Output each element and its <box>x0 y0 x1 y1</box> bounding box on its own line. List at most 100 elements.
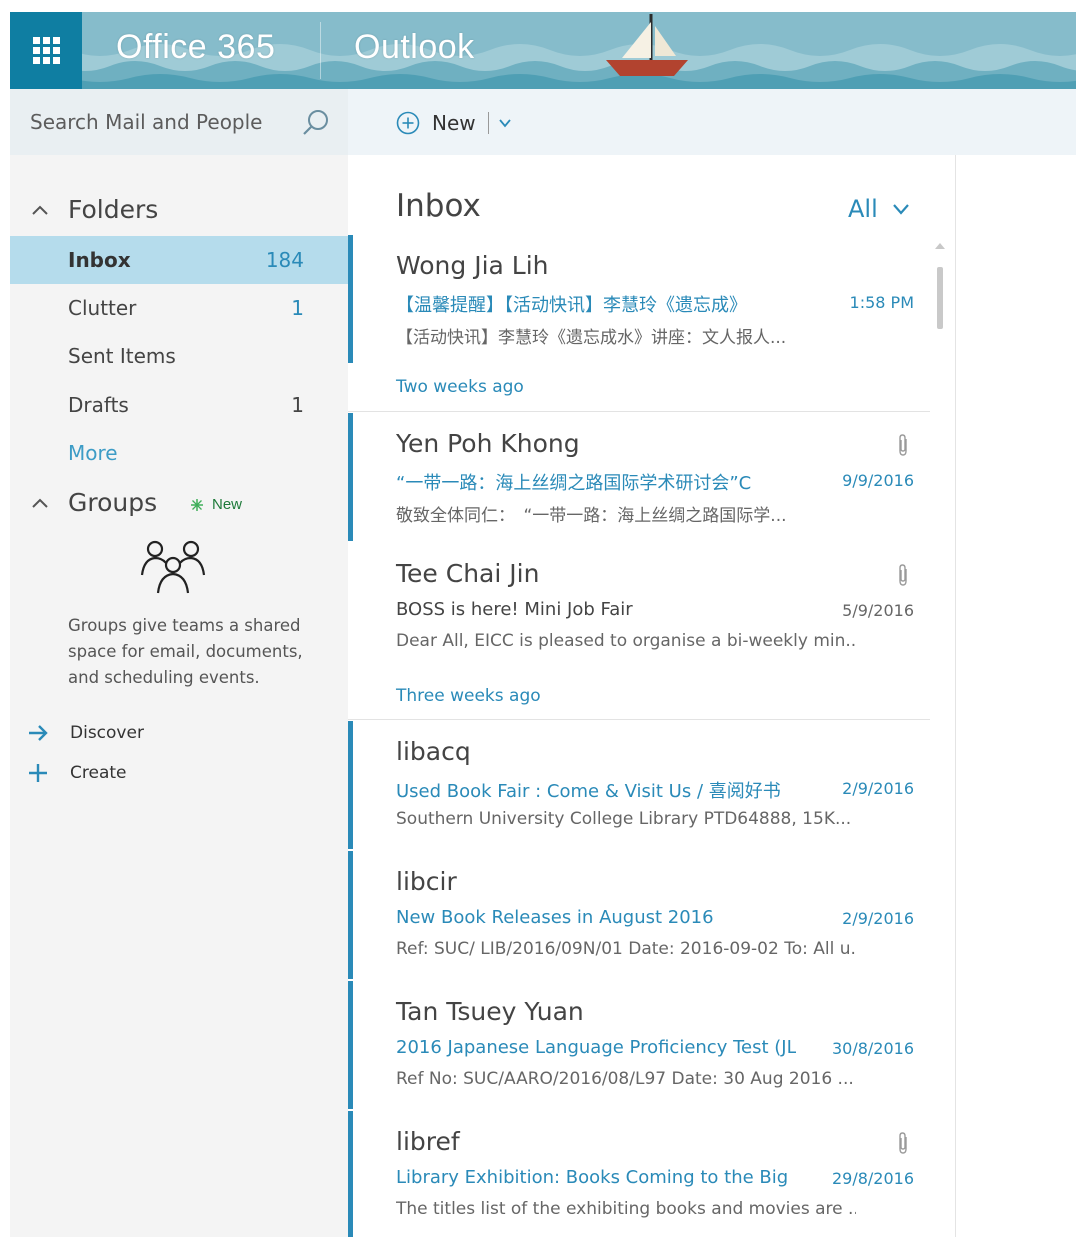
plus-circle-icon <box>396 111 420 135</box>
message-subject: New Book Releases in August 2016 <box>396 907 714 928</box>
filter-dropdown[interactable]: All <box>848 195 910 223</box>
folder-drafts[interactable]: Drafts 1 <box>10 381 348 429</box>
folder-clutter[interactable]: Clutter 1 <box>10 284 348 332</box>
message-date: 2/9/2016 <box>842 909 914 928</box>
waffle-grid-icon <box>32 37 60 64</box>
suite-name[interactable]: Office 365 <box>116 28 275 67</box>
folder-label: Clutter <box>68 296 137 320</box>
folder-inbox[interactable]: Inbox 184 <box>10 236 348 284</box>
message-item[interactable]: Yen Poh Khong “一带一路：海上丝绸之路国际学术研讨会”C 9/9/… <box>348 413 932 541</box>
message-date: 5/9/2016 <box>842 601 914 620</box>
create-group-button[interactable]: Create <box>26 761 127 785</box>
message-item[interactable]: Tan Tsuey Yuan 2016 Japanese Language Pr… <box>348 981 932 1109</box>
folder-unread-count: 184 <box>265 248 304 272</box>
message-preview: Dear All, EICC is pleased to organise a … <box>396 631 856 651</box>
folders-section-toggle[interactable]: Folders <box>28 195 158 224</box>
message-item[interactable]: libref Library Exhibition: Books Coming … <box>348 1111 932 1237</box>
more-folders-link[interactable]: More <box>68 441 118 465</box>
message-subject: 【温馨提醒】【活动快讯】李慧玲《遗忘成》 <box>396 295 747 316</box>
new-badge-label: New <box>212 496 243 513</box>
message-item[interactable]: libcir New Book Releases in August 2016 … <box>348 851 932 979</box>
message-sender: libcir <box>396 867 457 896</box>
unread-indicator <box>348 1111 353 1237</box>
app-launcher-button[interactable] <box>10 12 82 89</box>
folder-label: Inbox <box>68 248 131 272</box>
message-sender: libacq <box>396 737 471 766</box>
new-button-divider <box>487 112 489 134</box>
message-preview: Southern University College Library PTD6… <box>396 809 852 829</box>
message-subject: “一带一路：海上丝绸之路国际学术研讨会”C <box>396 473 752 494</box>
paperclip-icon <box>899 564 907 586</box>
header-divider <box>320 22 321 79</box>
unread-indicator <box>348 413 353 541</box>
message-sender: libref <box>396 1127 460 1156</box>
folder-pane: Folders Inbox 184 Clutter 1 Sent Items D… <box>10 155 348 1237</box>
groups-description: Groups give teams a shared space for ema… <box>68 616 303 687</box>
paperclip-icon <box>899 434 907 456</box>
unread-indicator <box>348 235 353 363</box>
unread-indicator <box>348 981 353 1109</box>
message-date: 1:58 PM <box>849 293 914 312</box>
message-date: 30/8/2016 <box>831 1039 914 1058</box>
filter-label: All <box>848 195 878 223</box>
chevron-down-icon <box>892 204 909 215</box>
message-item[interactable]: Wong Jia Lih 【温馨提醒】【活动快讯】李慧玲《遗忘成》 1:58 P… <box>348 235 932 363</box>
scroll-up-arrow-icon[interactable] <box>935 243 945 249</box>
message-preview: Ref: SUC/ LIB/2016/09N/01 Date: 2016-09-… <box>396 939 856 959</box>
chevron-down-icon[interactable] <box>497 115 513 131</box>
folder-sent-items[interactable]: Sent Items <box>10 332 348 380</box>
discover-groups-button[interactable]: Discover <box>26 721 144 745</box>
sparkle-icon <box>191 498 203 511</box>
message-subject: BOSS is here! Mini Job Fair <box>396 599 633 620</box>
search-box <box>10 89 348 155</box>
message-sender: Tee Chai Jin <box>396 559 540 588</box>
groups-section-toggle[interactable]: Groups <box>28 488 157 517</box>
suite-header: Office 365 Outlook <box>10 12 1076 89</box>
reading-pane <box>956 155 1076 1237</box>
discover-label: Discover <box>70 723 144 743</box>
message-item[interactable]: libacq Used Book Fair : Come & Visit Us … <box>348 721 932 849</box>
message-preview: Ref No: SUC/AARO/2016/08/L97 Date: 30 Au… <box>396 1069 854 1089</box>
arrow-right-icon <box>29 725 48 741</box>
message-date: 2/9/2016 <box>842 779 914 798</box>
paperclip-icon <box>899 1132 907 1154</box>
folder-label: Drafts <box>68 393 129 417</box>
list-title: Inbox <box>396 188 481 224</box>
chevron-up-icon <box>32 498 48 508</box>
list-scrollbar[interactable] <box>934 243 946 355</box>
message-subject: 2016 Japanese Language Proficiency Test … <box>396 1037 796 1058</box>
message-list: Inbox All Wong Jia Lih 【温馨提醒】【活动快讯】李慧玲《遗… <box>348 155 956 1237</box>
search-input[interactable] <box>28 107 288 137</box>
unread-indicator <box>348 851 353 979</box>
folders-header: Folders <box>68 195 159 224</box>
app-name[interactable]: Outlook <box>354 28 475 67</box>
groups-header: Groups <box>68 488 158 517</box>
folder-unread-count: 1 <box>291 296 304 320</box>
chevron-up-icon <box>32 205 48 215</box>
message-preview: 敬致全体同仁： “一带一路：海上丝绸之路国际学... <box>396 506 787 526</box>
group-divider <box>348 411 930 412</box>
message-preview: The titles list of the exhibiting books … <box>396 1199 856 1219</box>
message-sender: Wong Jia Lih <box>396 251 549 280</box>
date-group-header: Three weeks ago <box>396 686 541 706</box>
scrollbar-thumb[interactable] <box>937 267 943 329</box>
plus-icon <box>29 764 47 782</box>
message-preview: 【活动快讯】李慧玲《遗忘成水》讲座：文人报人... <box>396 328 787 348</box>
create-label: Create <box>70 763 127 783</box>
message-sender: Yen Poh Khong <box>396 429 580 458</box>
group-divider <box>348 719 930 720</box>
message-date: 9/9/2016 <box>842 471 914 490</box>
message-subject: Used Book Fair : Come & Visit Us / 喜阅好书 <box>396 781 781 802</box>
folder-label: Sent Items <box>68 344 176 368</box>
message-subject: Library Exhibition: Books Coming to the … <box>396 1167 789 1188</box>
message-sender: Tan Tsuey Yuan <box>396 997 584 1026</box>
groups-people-icon <box>140 540 206 594</box>
message-item[interactable]: Tee Chai Jin BOSS is here! Mini Job Fair… <box>348 543 932 671</box>
new-message-button[interactable]: New <box>396 109 513 137</box>
folder-draft-count: 1 <box>291 393 304 417</box>
message-date: 29/8/2016 <box>831 1169 914 1188</box>
search-icon[interactable] <box>302 108 332 138</box>
unread-indicator <box>348 721 353 849</box>
date-group-header: Two weeks ago <box>396 377 524 397</box>
new-button-label: New <box>432 111 476 135</box>
